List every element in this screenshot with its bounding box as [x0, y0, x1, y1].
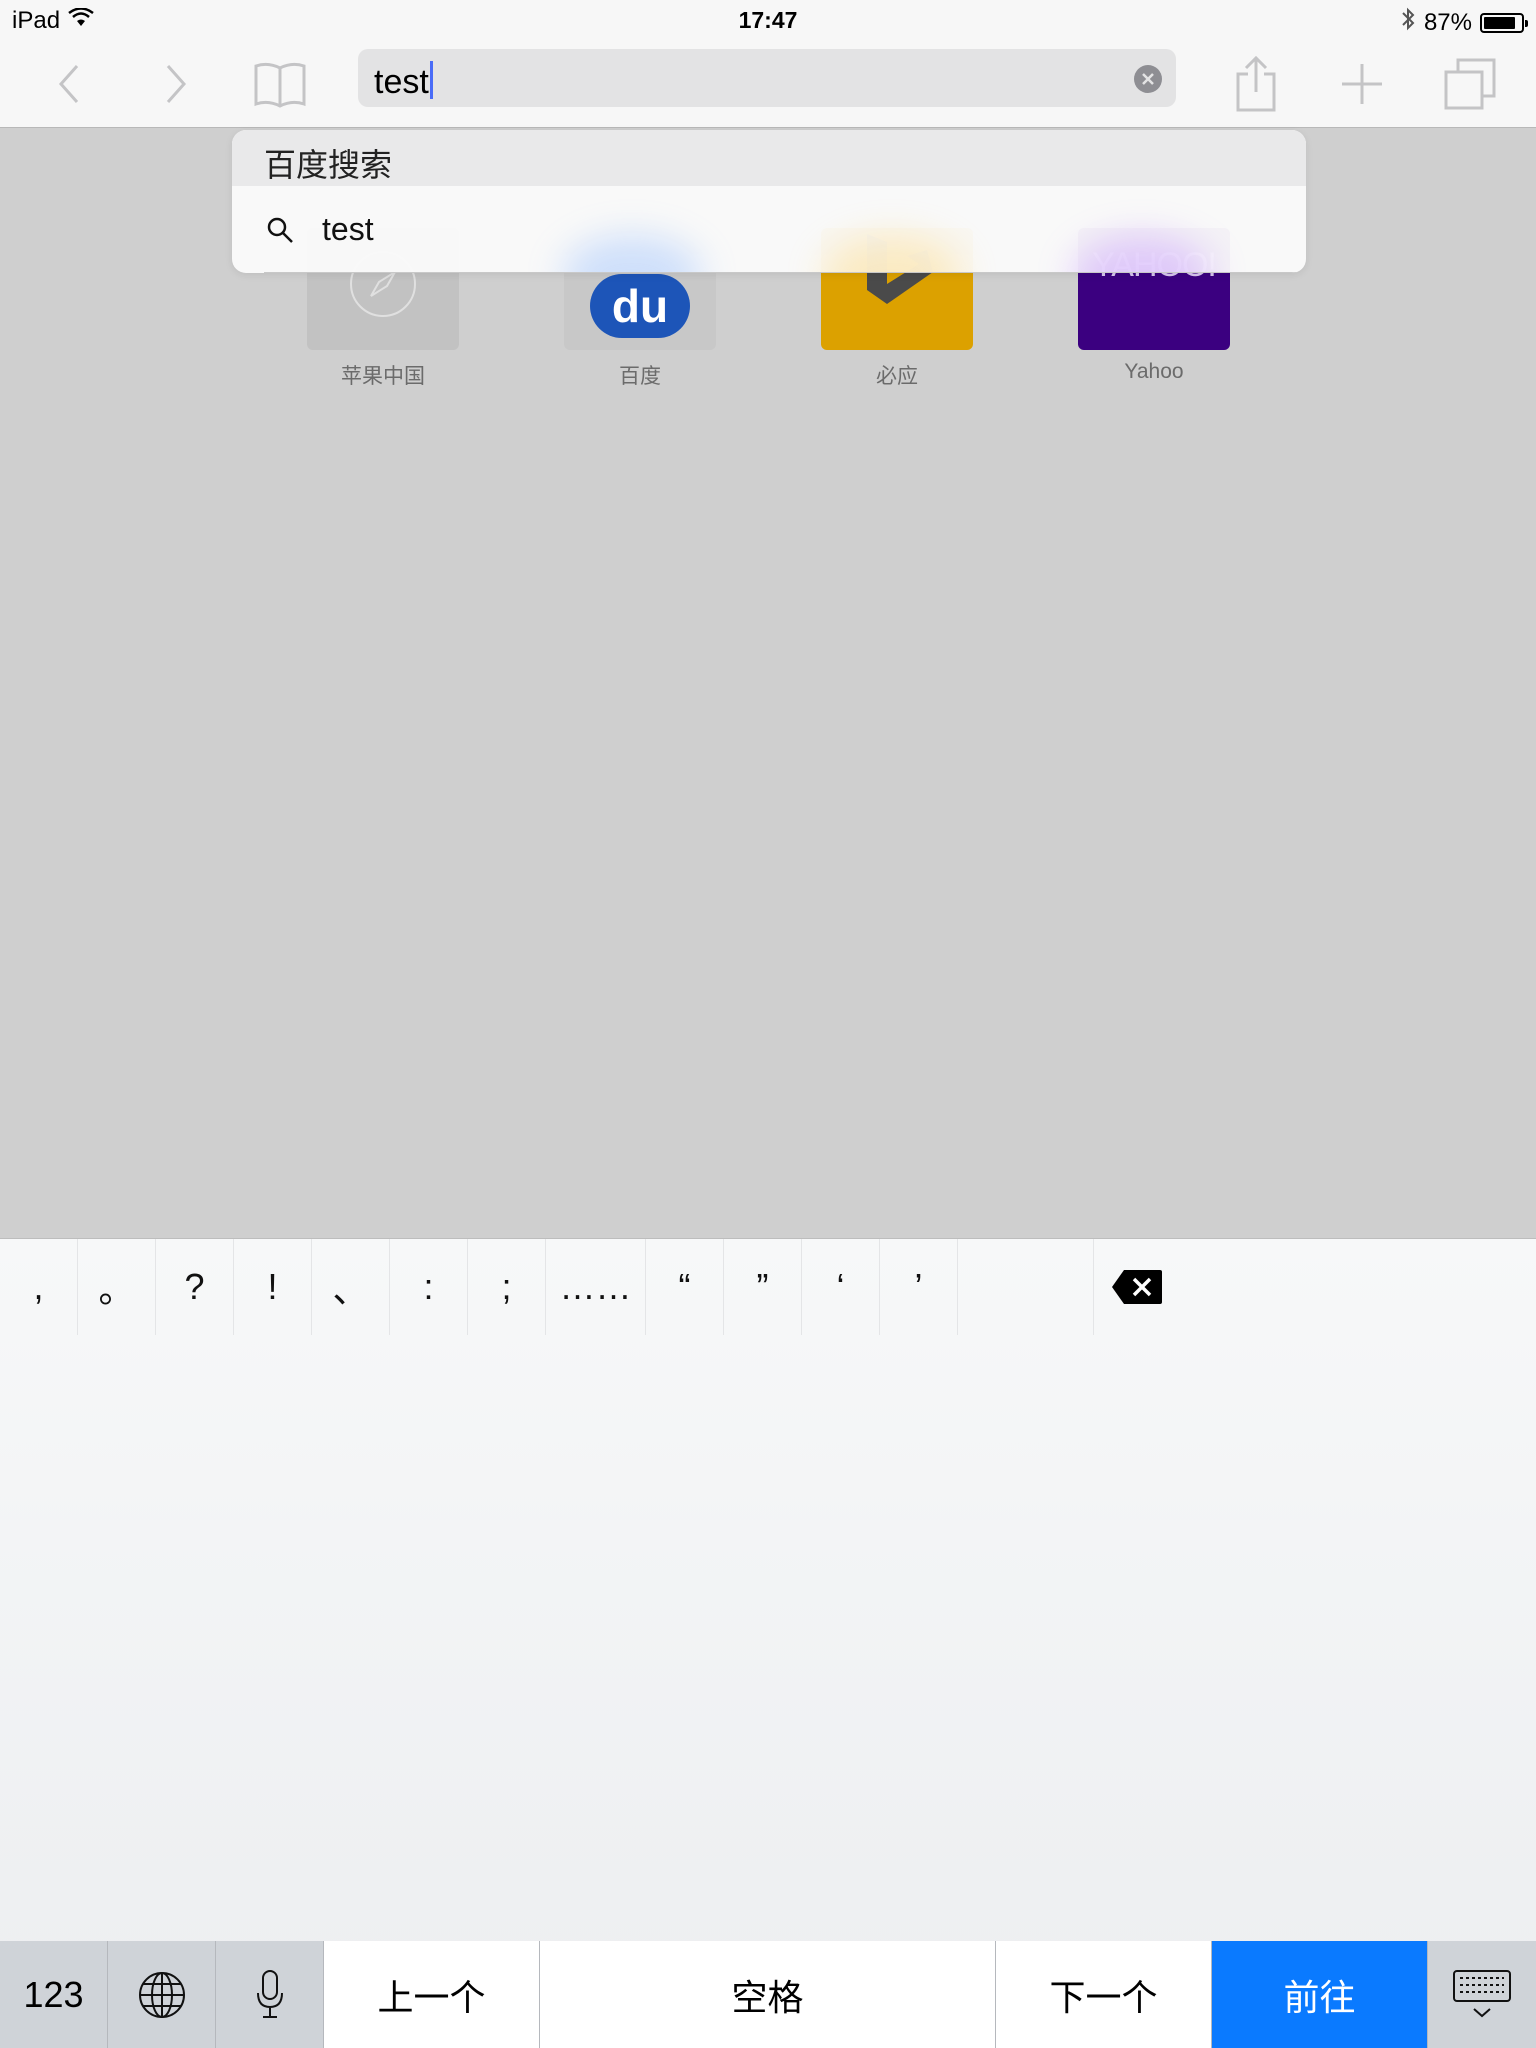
suggestion-item[interactable]: test	[232, 186, 1306, 273]
previous-field-key[interactable]: 上一个	[324, 1941, 540, 2048]
space-key[interactable]: 空格	[540, 1941, 996, 2048]
chevron-right-icon	[166, 65, 187, 103]
go-key[interactable]: 前往	[1212, 1941, 1428, 2048]
blur-decor	[1072, 236, 1212, 273]
key-left-double-quote[interactable]: “	[646, 1239, 724, 1335]
share-icon	[1236, 56, 1276, 112]
status-right: 87%	[1400, 7, 1528, 38]
key-right-single-quote[interactable]: ’	[880, 1239, 958, 1335]
favorites-area: 苹果中国 du 百度 必应 YAHOO! Yahoo	[0, 128, 1536, 1238]
key-comma[interactable]: ,	[0, 1239, 78, 1335]
dictation-key[interactable]	[216, 1941, 324, 2048]
status-time: 17:47	[738, 7, 798, 33]
key-right-double-quote[interactable]: ”	[724, 1239, 802, 1335]
battery-icon	[1480, 12, 1528, 33]
text-cursor	[429, 61, 433, 99]
key-question[interactable]: ?	[156, 1239, 234, 1335]
key-enumeration-comma[interactable]: 、	[312, 1239, 390, 1335]
hide-keyboard-key[interactable]	[1428, 1941, 1536, 2048]
address-bar[interactable]: test	[358, 49, 1176, 107]
browser-toolbar: test	[0, 40, 1536, 128]
keyboard: , 。 ? ! 、 : ; …… “ ” ‘ ’ 123 上一个 空格 下一个 …	[0, 1238, 1536, 2048]
bookmarks-button[interactable]	[240, 40, 320, 128]
key-exclamation[interactable]: !	[234, 1239, 312, 1335]
tabs-button[interactable]	[1430, 40, 1510, 128]
punctuation-spacer	[958, 1239, 1094, 1335]
divider	[264, 272, 1306, 273]
favorite-label: Yahoo	[1124, 360, 1184, 383]
suggestion-text: test	[322, 211, 374, 247]
favorite-label: 百度	[619, 365, 661, 388]
forward-button[interactable]	[135, 40, 215, 128]
keyboard-bottom-row: 123 上一个 空格 下一个 前往	[0, 1941, 1536, 2048]
punctuation-row: , 。 ? ! 、 : ; …… “ ” ‘ ’	[0, 1239, 1536, 1335]
back-button[interactable]	[30, 40, 110, 128]
favorite-label: 必应	[876, 365, 918, 388]
key-period[interactable]: 。	[78, 1239, 156, 1335]
battery-percent: 87%	[1423, 8, 1472, 36]
key-left-single-quote[interactable]: ‘	[802, 1239, 880, 1335]
globe-icon	[138, 1972, 185, 2018]
plus-icon	[1342, 64, 1382, 104]
backspace-icon	[1112, 1270, 1162, 1304]
close-icon	[1142, 73, 1154, 85]
bluetooth-icon	[1400, 7, 1416, 38]
search-icon	[267, 217, 293, 243]
status-bar: iPad 17:47 87%	[0, 0, 1536, 40]
blur-decor	[822, 236, 962, 273]
clear-text-button[interactable]	[1134, 65, 1162, 93]
search-suggestions-popover: 百度搜索 test	[232, 130, 1306, 273]
keyboard-dismiss-icon	[1453, 1970, 1511, 2018]
key-ellipsis[interactable]: ……	[546, 1239, 646, 1335]
microphone-icon	[256, 1970, 283, 2018]
new-tab-button[interactable]	[1322, 40, 1402, 128]
next-field-key[interactable]: 下一个	[996, 1941, 1212, 2048]
globe-key[interactable]	[108, 1941, 216, 2048]
battery-fill	[1484, 16, 1516, 29]
book-icon	[254, 62, 306, 108]
numbers-key[interactable]: 123	[0, 1941, 108, 2048]
delete-key[interactable]	[1094, 1239, 1180, 1335]
key-semicolon[interactable]: ;	[468, 1239, 546, 1335]
favorite-label: 苹果中国	[341, 365, 425, 388]
key-colon[interactable]: :	[390, 1239, 468, 1335]
suggestions-header: 百度搜索	[232, 130, 1306, 186]
tabs-icon	[1444, 58, 1496, 110]
address-text: test	[374, 63, 429, 101]
blur-decor	[562, 236, 702, 273]
baidu-logo: du	[590, 274, 690, 338]
baidu-logo-text: du	[611, 280, 669, 332]
share-button[interactable]	[1216, 40, 1296, 128]
address-input[interactable]: test	[374, 61, 433, 102]
chevron-left-icon	[58, 65, 79, 103]
